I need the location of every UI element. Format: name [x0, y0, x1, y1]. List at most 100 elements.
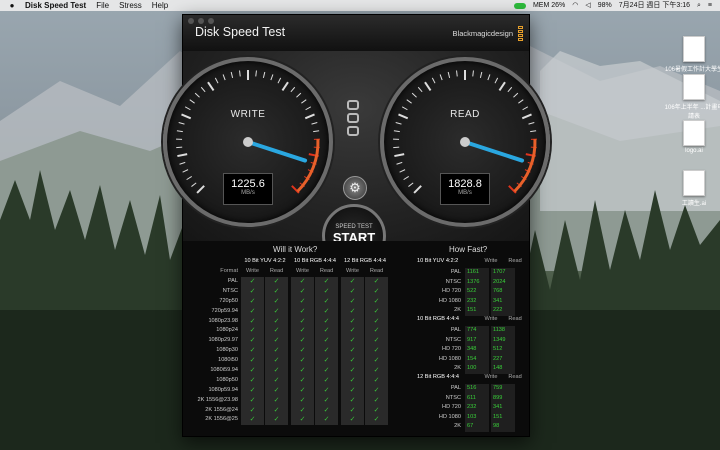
- wifi-icon[interactable]: ◠: [572, 0, 578, 11]
- volume-icon[interactable]: ◁: [585, 0, 590, 11]
- gear-icon[interactable]: ⚙: [343, 176, 367, 200]
- table-row: HD 720 232 341: [415, 403, 527, 413]
- check-icon: ✓: [315, 296, 338, 307]
- group-header-row: 10 Bit RGB 4:4:4 Write Read: [415, 316, 527, 326]
- check-icon: ✓: [341, 366, 364, 376]
- write-unit: MB/s: [241, 190, 255, 196]
- check-icon: ✓: [365, 336, 388, 347]
- table-row: HD 720 522 768: [415, 287, 527, 297]
- title-bar[interactable]: Disk Speed Test Blackmagicdesign: [183, 15, 529, 51]
- desktop-file-icon[interactable]: 工讀生.ai: [664, 170, 720, 207]
- write-gauge: WRITE 1225.6 MB/s: [163, 57, 333, 227]
- option-button[interactable]: [347, 126, 359, 136]
- table-row: HD 1080 232 341: [415, 296, 527, 307]
- read-readout: 1828.8 MB/s: [440, 173, 490, 205]
- check-icon: ✓: [365, 306, 388, 317]
- check-icon: ✓: [265, 405, 288, 416]
- check-icon: ✓: [315, 395, 338, 406]
- check-icon: ✓: [241, 336, 264, 347]
- desktop-file-icon[interactable]: logo.ai: [664, 120, 720, 154]
- settings-buttons: [347, 100, 361, 139]
- format-name: HD 1080: [438, 413, 461, 420]
- gauge-tick: [262, 71, 266, 78]
- check-icon: ✓: [241, 385, 264, 396]
- check-icon: ✓: [265, 277, 288, 287]
- check-icon: ✓: [315, 286, 338, 297]
- write-header: Write: [484, 258, 498, 264]
- write-label: WRITE: [230, 109, 266, 120]
- option-button[interactable]: [347, 113, 359, 123]
- apple-menu-icon[interactable]: ●: [8, 0, 16, 11]
- gauge-tick: [186, 176, 192, 181]
- document-icon: [683, 74, 705, 100]
- table-row: HD 720 348 512: [415, 345, 527, 355]
- menu-app-name[interactable]: Disk Speed Test: [25, 0, 86, 11]
- menu-bar: ● Disk Speed Test File Stress Help MEM 2…: [0, 0, 720, 11]
- write-speed-value: 917: [465, 335, 489, 346]
- menu-stress[interactable]: Stress: [119, 0, 142, 11]
- write-speed-value: 774: [465, 325, 489, 336]
- group-header-row: 12 Bit RGB 4:4:4 Write Read: [415, 374, 527, 384]
- check-icon: ✓: [265, 316, 288, 327]
- table-row: NTSC 1376 2024: [415, 277, 527, 288]
- gauge-tick: [179, 161, 186, 165]
- option-button[interactable]: [347, 100, 359, 110]
- format-name: 1080i59.94: [210, 367, 238, 374]
- table-row: HD 1080 154 227: [415, 354, 527, 365]
- gauge-tick: [239, 70, 241, 77]
- gauge-tick: [395, 121, 402, 125]
- check-icon: ✓: [315, 277, 338, 287]
- check-icon: ✓: [365, 395, 388, 406]
- gauge-tick: [182, 169, 189, 173]
- gauge-tick: [290, 86, 296, 93]
- table-row: 2K 67 98: [415, 422, 527, 432]
- table-row: 720p59.94 ✓ ✓ ✓ ✓ ✓ ✓: [185, 306, 413, 317]
- desktop-file-label: 工讀生.ai: [681, 201, 707, 207]
- check-icon: ✓: [315, 306, 338, 317]
- format-name: HD 1080: [438, 297, 461, 304]
- memory-status[interactable]: MEM 26%: [533, 0, 565, 11]
- search-icon[interactable]: ⌕: [697, 0, 701, 11]
- check-icon: ✓: [315, 375, 338, 386]
- gauge-tick: [270, 74, 274, 81]
- gauge-tick: [408, 182, 414, 187]
- check-icon: ✓: [315, 356, 338, 367]
- window-controls: [188, 18, 214, 24]
- check-icon: ✓: [291, 395, 314, 406]
- check-icon: ✓: [241, 296, 264, 307]
- format-name: 1080p24: [216, 327, 238, 334]
- format-name: 1080p29.97: [208, 337, 238, 344]
- check-icon: ✓: [291, 316, 314, 327]
- zoom-button[interactable]: [208, 18, 214, 24]
- read-gauge: READ 1828.8 MB/s: [380, 57, 550, 227]
- format-name: 2K: [454, 365, 461, 372]
- check-icon: ✓: [241, 316, 264, 327]
- menu-file[interactable]: File: [96, 0, 109, 11]
- close-button[interactable]: [188, 18, 194, 24]
- menu-list-icon[interactable]: ≡: [708, 0, 712, 11]
- check-icon: ✓: [365, 286, 388, 297]
- clock[interactable]: 7月24日 週日 下午3:16: [619, 0, 690, 11]
- check-icon: ✓: [291, 356, 314, 367]
- read-header: Read: [508, 373, 522, 380]
- gauge-tick: [214, 77, 219, 84]
- gauge-tick: [189, 99, 195, 104]
- check-icon: ✓: [341, 415, 364, 426]
- table-row: PAL ✓ ✓ ✓ ✓ ✓ ✓: [185, 277, 413, 287]
- check-icon: ✓: [315, 346, 338, 357]
- write-value: 1225.6: [231, 178, 265, 190]
- gauge-tick: [513, 92, 519, 98]
- check-icon: ✓: [291, 375, 314, 386]
- minimize-button[interactable]: [198, 18, 204, 24]
- battery-status[interactable]: 98%: [598, 0, 612, 11]
- write-speed-value: 1376: [465, 277, 489, 288]
- group-header-row: 10 Bit YUV 4:2:2 Write Read: [415, 258, 527, 268]
- write-speed-value: 151: [465, 306, 489, 316]
- read-value: 1828.8: [448, 178, 482, 190]
- check-icon: ✓: [291, 277, 314, 287]
- menu-extra-icon[interactable]: [513, 2, 526, 9]
- check-icon: ✓: [241, 366, 264, 376]
- menu-help[interactable]: Help: [152, 0, 168, 11]
- desktop-file-icon[interactable]: 106年上半年 ...計畫申請表: [664, 74, 720, 120]
- gauge-tick: [528, 121, 535, 125]
